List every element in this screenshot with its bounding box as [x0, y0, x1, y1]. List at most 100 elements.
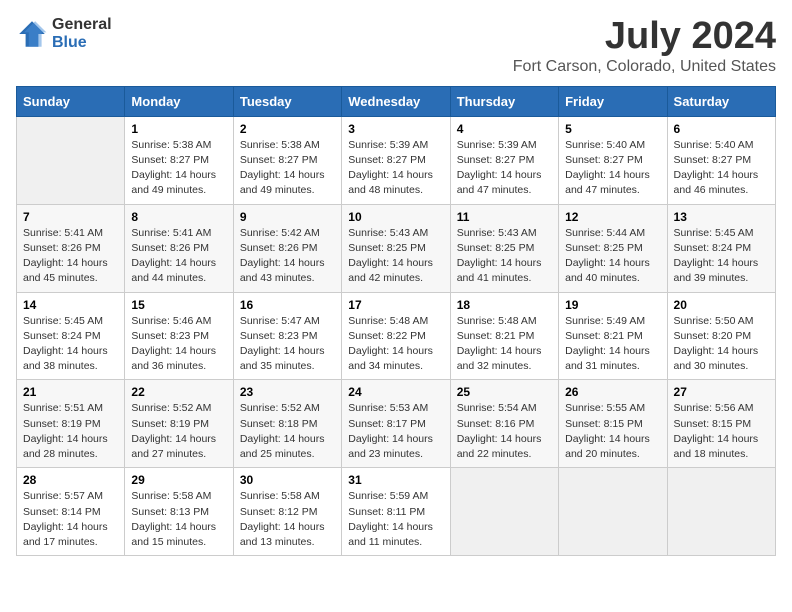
day-number: 9: [240, 210, 335, 224]
calendar-cell: [450, 468, 558, 556]
day-info: Sunrise: 5:54 AM Sunset: 8:16 PM Dayligh…: [457, 401, 552, 462]
day-info: Sunrise: 5:39 AM Sunset: 8:27 PM Dayligh…: [348, 138, 443, 199]
day-number: 3: [348, 122, 443, 136]
day-number: 29: [131, 473, 226, 487]
day-info: Sunrise: 5:58 AM Sunset: 8:12 PM Dayligh…: [240, 489, 335, 550]
calendar-cell: 7 Sunrise: 5:41 AM Sunset: 8:26 PM Daylig…: [17, 204, 125, 292]
calendar-cell: 16 Sunrise: 5:47 AM Sunset: 8:23 PM Dayli…: [233, 292, 341, 380]
logo-blue: Blue: [52, 34, 112, 52]
day-number: 12: [565, 210, 660, 224]
calendar-cell: 14Sunrise: 5:45 AM Sunset: 8:24 PM Dayli…: [17, 292, 125, 380]
day-info: Sunrise: 5:56 AM Sunset: 8:15 PM Dayligh…: [674, 401, 769, 462]
calendar-cell: [559, 468, 667, 556]
calendar-cell: 31 Sunrise: 5:59 AM Sunset: 8:11 PM Dayli…: [342, 468, 450, 556]
calendar-cell: 23 Sunrise: 5:52 AM Sunset: 8:18 PM Dayli…: [233, 380, 341, 468]
day-info: Sunrise: 5:40 AM Sunset: 8:27 PM Dayligh…: [674, 138, 769, 199]
calendar-cell: 8 Sunrise: 5:41 AM Sunset: 8:26 PM Daylig…: [125, 204, 233, 292]
day-number: 4: [457, 122, 552, 136]
logo-general: General: [52, 16, 112, 34]
day-number: 30: [240, 473, 335, 487]
day-number: 22: [131, 385, 226, 399]
calendar-cell: 2 Sunrise: 5:38 AM Sunset: 8:27 PM Daylig…: [233, 116, 341, 204]
calendar-cell: 20Sunrise: 5:50 AM Sunset: 8:20 PM Dayli…: [667, 292, 775, 380]
logo: General Blue: [16, 16, 112, 51]
day-of-week-header: Thursday: [450, 86, 558, 116]
day-info: Sunrise: 5:43 AM Sunset: 8:25 PM Dayligh…: [457, 226, 552, 287]
day-info: Sunrise: 5:42 AM Sunset: 8:26 PM Dayligh…: [240, 226, 335, 287]
logo-text: General Blue: [52, 16, 112, 51]
day-number: 31: [348, 473, 443, 487]
calendar-table: SundayMondayTuesdayWednesdayThursdayFrid…: [16, 86, 776, 556]
calendar-cell: 3 Sunrise: 5:39 AM Sunset: 8:27 PM Daylig…: [342, 116, 450, 204]
title-block: July 2024 Fort Carson, Colorado, United …: [513, 16, 776, 76]
calendar-cell: 22 Sunrise: 5:52 AM Sunset: 8:19 PM Dayli…: [125, 380, 233, 468]
calendar-cell: 29 Sunrise: 5:58 AM Sunset: 8:13 PM Dayli…: [125, 468, 233, 556]
day-info: Sunrise: 5:49 AM Sunset: 8:21 PM Dayligh…: [565, 314, 660, 375]
day-info: Sunrise: 5:38 AM Sunset: 8:27 PM Dayligh…: [240, 138, 335, 199]
month-title: July 2024: [513, 16, 776, 58]
day-of-week-header: Friday: [559, 86, 667, 116]
calendar-cell: 18 Sunrise: 5:48 AM Sunset: 8:21 PM Dayli…: [450, 292, 558, 380]
calendar-cell: 15Sunrise: 5:46 AM Sunset: 8:23 PM Dayli…: [125, 292, 233, 380]
day-info: Sunrise: 5:41 AM Sunset: 8:26 PM Dayligh…: [131, 226, 226, 287]
day-info: Sunrise: 5:58 AM Sunset: 8:13 PM Dayligh…: [131, 489, 226, 550]
location-title: Fort Carson, Colorado, United States: [513, 58, 776, 76]
day-number: 13: [674, 210, 769, 224]
calendar-cell: 10 Sunrise: 5:43 AM Sunset: 8:25 PM Dayli…: [342, 204, 450, 292]
logo-icon: [16, 18, 48, 50]
day-number: 21: [23, 385, 118, 399]
day-of-week-header: Wednesday: [342, 86, 450, 116]
day-info: Sunrise: 5:47 AM Sunset: 8:23 PM Dayligh…: [240, 314, 335, 375]
day-info: Sunrise: 5:40 AM Sunset: 8:27 PM Dayligh…: [565, 138, 660, 199]
day-info: Sunrise: 5:59 AM Sunset: 8:11 PM Dayligh…: [348, 489, 443, 550]
day-info: Sunrise: 5:48 AM Sunset: 8:21 PM Dayligh…: [457, 314, 552, 375]
day-number: 15: [131, 298, 226, 312]
day-info: Sunrise: 5:39 AM Sunset: 8:27 PM Dayligh…: [457, 138, 552, 199]
day-info: Sunrise: 5:44 AM Sunset: 8:25 PM Dayligh…: [565, 226, 660, 287]
day-info: Sunrise: 5:53 AM Sunset: 8:17 PM Dayligh…: [348, 401, 443, 462]
day-number: 5: [565, 122, 660, 136]
day-number: 28: [23, 473, 118, 487]
calendar-cell: [667, 468, 775, 556]
day-info: Sunrise: 5:38 AM Sunset: 8:27 PM Dayligh…: [131, 138, 226, 199]
day-of-week-header: Monday: [125, 86, 233, 116]
calendar-cell: 21Sunrise: 5:51 AM Sunset: 8:19 PM Dayli…: [17, 380, 125, 468]
day-number: 20: [674, 298, 769, 312]
calendar-cell: 24 Sunrise: 5:53 AM Sunset: 8:17 PM Dayli…: [342, 380, 450, 468]
day-info: Sunrise: 5:41 AM Sunset: 8:26 PM Dayligh…: [23, 226, 118, 287]
day-number: 18: [457, 298, 552, 312]
day-info: Sunrise: 5:45 AM Sunset: 8:24 PM Dayligh…: [674, 226, 769, 287]
calendar-cell: 28 Sunrise: 5:57 AM Sunset: 8:14 PM Dayli…: [17, 468, 125, 556]
calendar-cell: [17, 116, 125, 204]
page-header: General Blue July 2024 Fort Carson, Colo…: [16, 16, 776, 76]
day-number: 25: [457, 385, 552, 399]
day-number: 7: [23, 210, 118, 224]
calendar-cell: 13 Sunrise: 5:45 AM Sunset: 8:24 PM Dayli…: [667, 204, 775, 292]
day-number: 23: [240, 385, 335, 399]
day-of-week-header: Tuesday: [233, 86, 341, 116]
day-info: Sunrise: 5:52 AM Sunset: 8:19 PM Dayligh…: [131, 401, 226, 462]
day-number: 6: [674, 122, 769, 136]
day-number: 16: [240, 298, 335, 312]
calendar-cell: 12 Sunrise: 5:44 AM Sunset: 8:25 PM Dayli…: [559, 204, 667, 292]
day-number: 14: [23, 298, 118, 312]
calendar-cell: 27 Sunrise: 5:56 AM Sunset: 8:15 PM Dayli…: [667, 380, 775, 468]
day-info: Sunrise: 5:57 AM Sunset: 8:14 PM Dayligh…: [23, 489, 118, 550]
calendar-cell: 4 Sunrise: 5:39 AM Sunset: 8:27 PM Daylig…: [450, 116, 558, 204]
calendar-cell: 17Sunrise: 5:48 AM Sunset: 8:22 PM Dayli…: [342, 292, 450, 380]
day-number: 17: [348, 298, 443, 312]
day-number: 10: [348, 210, 443, 224]
day-info: Sunrise: 5:43 AM Sunset: 8:25 PM Dayligh…: [348, 226, 443, 287]
calendar-cell: 6 Sunrise: 5:40 AM Sunset: 8:27 PM Daylig…: [667, 116, 775, 204]
day-info: Sunrise: 5:52 AM Sunset: 8:18 PM Dayligh…: [240, 401, 335, 462]
calendar-cell: 25 Sunrise: 5:54 AM Sunset: 8:16 PM Dayli…: [450, 380, 558, 468]
day-number: 11: [457, 210, 552, 224]
day-number: 2: [240, 122, 335, 136]
calendar-cell: 30 Sunrise: 5:58 AM Sunset: 8:12 PM Dayli…: [233, 468, 341, 556]
day-number: 8: [131, 210, 226, 224]
calendar-cell: 11 Sunrise: 5:43 AM Sunset: 8:25 PM Dayli…: [450, 204, 558, 292]
day-number: 24: [348, 385, 443, 399]
day-of-week-header: Sunday: [17, 86, 125, 116]
day-number: 27: [674, 385, 769, 399]
calendar-cell: 26Sunrise: 5:55 AM Sunset: 8:15 PM Dayli…: [559, 380, 667, 468]
